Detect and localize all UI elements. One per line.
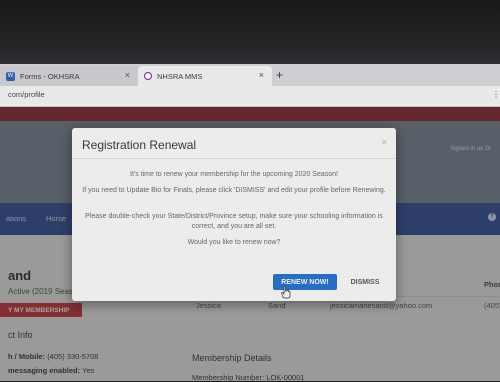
dialog-title: Registration Renewal	[82, 138, 197, 152]
hand-cursor-icon	[281, 285, 291, 299]
bookmark-star-icon[interactable]: ⋮	[492, 90, 500, 99]
tab-forms-okhsra[interactable]: W Forms - OKHSRA ×	[0, 66, 138, 86]
address-bar[interactable]	[0, 86, 500, 107]
monitor-bezel	[0, 0, 500, 66]
tab-nhsra-mms[interactable]: NHSRA MMS ×	[138, 66, 272, 86]
double-check-message: Please double-check your State/District/…	[85, 213, 383, 230]
forms-favicon-icon: W	[6, 71, 15, 81]
tab-label: NHSRA MMS	[157, 71, 203, 81]
update-bio-message: If you need to Update Bio for Finals, pl…	[82, 187, 386, 194]
new-tab-button[interactable]: +	[276, 68, 283, 82]
tab-label: Forms - OKHSRA	[20, 71, 80, 81]
dialog-divider	[72, 158, 396, 159]
close-tab-icon[interactable]: ×	[259, 70, 264, 80]
nhsra-favicon-icon	[144, 72, 152, 80]
close-icon[interactable]: ×	[382, 137, 387, 147]
renew-question: Would you like to renew now?	[187, 239, 281, 246]
url-text[interactable]: com/profile	[8, 90, 45, 99]
dismiss-button[interactable]: DISMISS	[344, 274, 386, 290]
renew-message: It's time to renew your membership for t…	[130, 171, 338, 178]
monitor-screen: W Forms - OKHSRA × NHSRA MMS × + com/pro…	[0, 0, 500, 382]
close-tab-icon[interactable]: ×	[125, 70, 130, 80]
registration-renewal-dialog: Registration Renewal × It's time to rene…	[72, 128, 396, 301]
